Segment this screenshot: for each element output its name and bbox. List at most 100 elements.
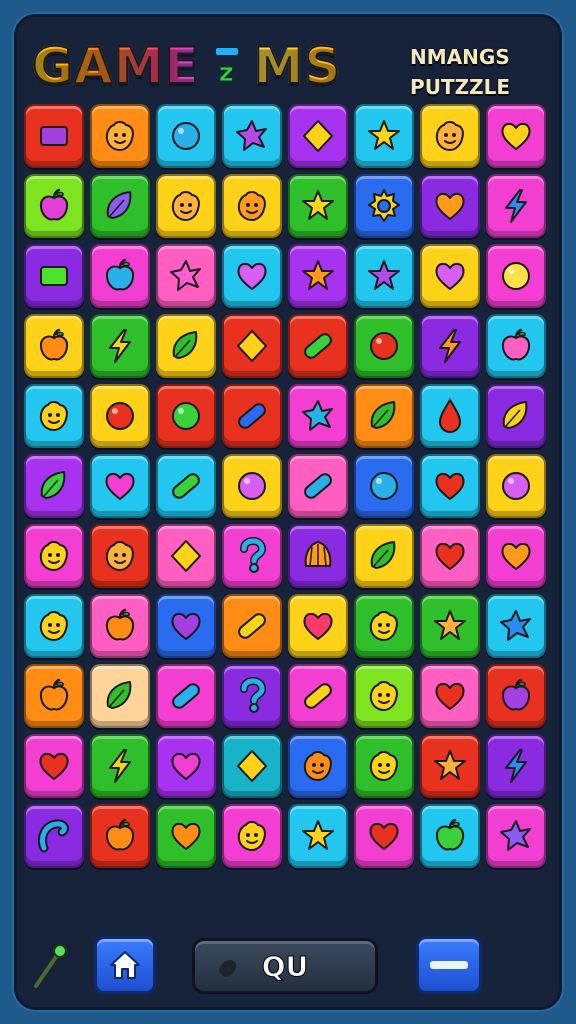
tile-r4-c7[interactable] — [420, 314, 480, 378]
circle-icon — [370, 472, 398, 500]
face-icon — [39, 610, 68, 642]
tile-r10-c1[interactable] — [24, 734, 84, 798]
tile-r6-c3[interactable] — [156, 454, 216, 518]
tile-r11-c8[interactable] — [486, 804, 546, 868]
tile-r5-c3[interactable] — [156, 384, 216, 448]
tile-r6-c5[interactable] — [288, 454, 348, 518]
tile-r3-c8[interactable] — [486, 244, 546, 308]
tile-r5-c1[interactable] — [24, 384, 84, 448]
tile-r2-c5[interactable] — [288, 174, 348, 238]
tile-r4-c6[interactable] — [354, 314, 414, 378]
tile-r1-c4[interactable] — [222, 104, 282, 168]
tile-r10-c3[interactable] — [156, 734, 216, 798]
tile-r3-c7[interactable] — [420, 244, 480, 308]
tile-r7-c5[interactable] — [288, 524, 348, 588]
tile-r7-c1[interactable] — [24, 524, 84, 588]
tile-r2-c7[interactable] — [420, 174, 480, 238]
tile-r2-c8[interactable] — [486, 174, 546, 238]
tile-r2-c1[interactable] — [24, 174, 84, 238]
tile-r9-c7[interactable] — [420, 664, 480, 728]
tile-r7-c8[interactable] — [486, 524, 546, 588]
tile-r9-c6[interactable] — [354, 664, 414, 728]
quit-button[interactable]: QU — [192, 938, 378, 994]
tile-r1-c1[interactable] — [24, 104, 84, 168]
tile-r9-c1[interactable] — [24, 664, 84, 728]
leaf-icon — [40, 471, 66, 499]
minus-button[interactable] — [416, 936, 482, 994]
tile-r8-c7[interactable] — [420, 594, 480, 658]
tile-r11-c1[interactable] — [24, 804, 84, 868]
tile-r9-c2[interactable] — [90, 664, 150, 728]
tile-r4-c1[interactable] — [24, 314, 84, 378]
tile-r11-c3[interactable] — [156, 804, 216, 868]
tile-r11-c4[interactable] — [222, 804, 282, 868]
tile-r5-c5[interactable] — [288, 384, 348, 448]
tile-r4-c8[interactable] — [486, 314, 546, 378]
star-icon — [302, 260, 334, 290]
tile-r7-c3[interactable] — [156, 524, 216, 588]
tile-r9-c4[interactable] — [222, 664, 282, 728]
tile-r6-c7[interactable] — [420, 454, 480, 518]
tile-r5-c6[interactable] — [354, 384, 414, 448]
tile-r2-c3[interactable] — [156, 174, 216, 238]
tile-r8-c6[interactable] — [354, 594, 414, 658]
tile-r5-c7[interactable] — [420, 384, 480, 448]
tile-r8-c3[interactable] — [156, 594, 216, 658]
tile-r3-c5[interactable] — [288, 244, 348, 308]
tile-r4-c2[interactable] — [90, 314, 150, 378]
tile-r8-c5[interactable] — [288, 594, 348, 658]
tile-r10-c6[interactable] — [354, 734, 414, 798]
tile-r9-c3[interactable] — [156, 664, 216, 728]
tile-r11-c6[interactable] — [354, 804, 414, 868]
tile-r9-c5[interactable] — [288, 664, 348, 728]
home-button[interactable] — [94, 936, 156, 994]
tile-r3-c2[interactable] — [90, 244, 150, 308]
tile-r3-c3[interactable] — [156, 244, 216, 308]
tile-r5-c8[interactable] — [486, 384, 546, 448]
tile-r3-c6[interactable] — [354, 244, 414, 308]
tile-r6-c2[interactable] — [90, 454, 150, 518]
tile-r5-c4[interactable] — [222, 384, 282, 448]
tile-r7-c7[interactable] — [420, 524, 480, 588]
tile-r11-c7[interactable] — [420, 804, 480, 868]
tile-r6-c8[interactable] — [486, 454, 546, 518]
tile-r1-c7[interactable] — [420, 104, 480, 168]
tile-r3-c4[interactable] — [222, 244, 282, 308]
tile-r8-c4[interactable] — [222, 594, 282, 658]
tile-r6-c4[interactable] — [222, 454, 282, 518]
tile-r8-c2[interactable] — [90, 594, 150, 658]
star4-icon — [500, 820, 531, 851]
tile-r10-c5[interactable] — [288, 734, 348, 798]
magic-wand-icon[interactable] — [30, 940, 70, 992]
heart-icon — [435, 472, 465, 500]
tile-r10-c7[interactable] — [420, 734, 480, 798]
tile-r1-c8[interactable] — [486, 104, 546, 168]
tile-r4-c4[interactable] — [222, 314, 282, 378]
bottom-toolbar: QU — [22, 930, 552, 1000]
tile-r11-c5[interactable] — [288, 804, 348, 868]
tile-r11-c2[interactable] — [90, 804, 150, 868]
tile-r8-c8[interactable] — [486, 594, 546, 658]
tile-r2-c2[interactable] — [90, 174, 150, 238]
tile-r5-c2[interactable] — [90, 384, 150, 448]
tile-r7-c6[interactable] — [354, 524, 414, 588]
tile-r2-c4[interactable] — [222, 174, 282, 238]
tile-r10-c4[interactable] — [222, 734, 282, 798]
tile-r7-c4[interactable] — [222, 524, 282, 588]
tile-r1-c2[interactable] — [90, 104, 150, 168]
tile-r6-c6[interactable] — [354, 454, 414, 518]
tile-r9-c8[interactable] — [486, 664, 546, 728]
tile-r1-c6[interactable] — [354, 104, 414, 168]
tile-r6-c1[interactable] — [24, 454, 84, 518]
tile-r4-c3[interactable] — [156, 314, 216, 378]
tile-r1-c3[interactable] — [156, 104, 216, 168]
tile-r10-c2[interactable] — [90, 734, 150, 798]
heart-icon — [237, 262, 267, 290]
tile-r4-c5[interactable] — [288, 314, 348, 378]
tile-r8-c1[interactable] — [24, 594, 84, 658]
tile-r10-c8[interactable] — [486, 734, 546, 798]
tile-r7-c2[interactable] — [90, 524, 150, 588]
tile-r3-c1[interactable] — [24, 244, 84, 308]
tile-r1-c5[interactable] — [288, 104, 348, 168]
tile-r2-c6[interactable] — [354, 174, 414, 238]
